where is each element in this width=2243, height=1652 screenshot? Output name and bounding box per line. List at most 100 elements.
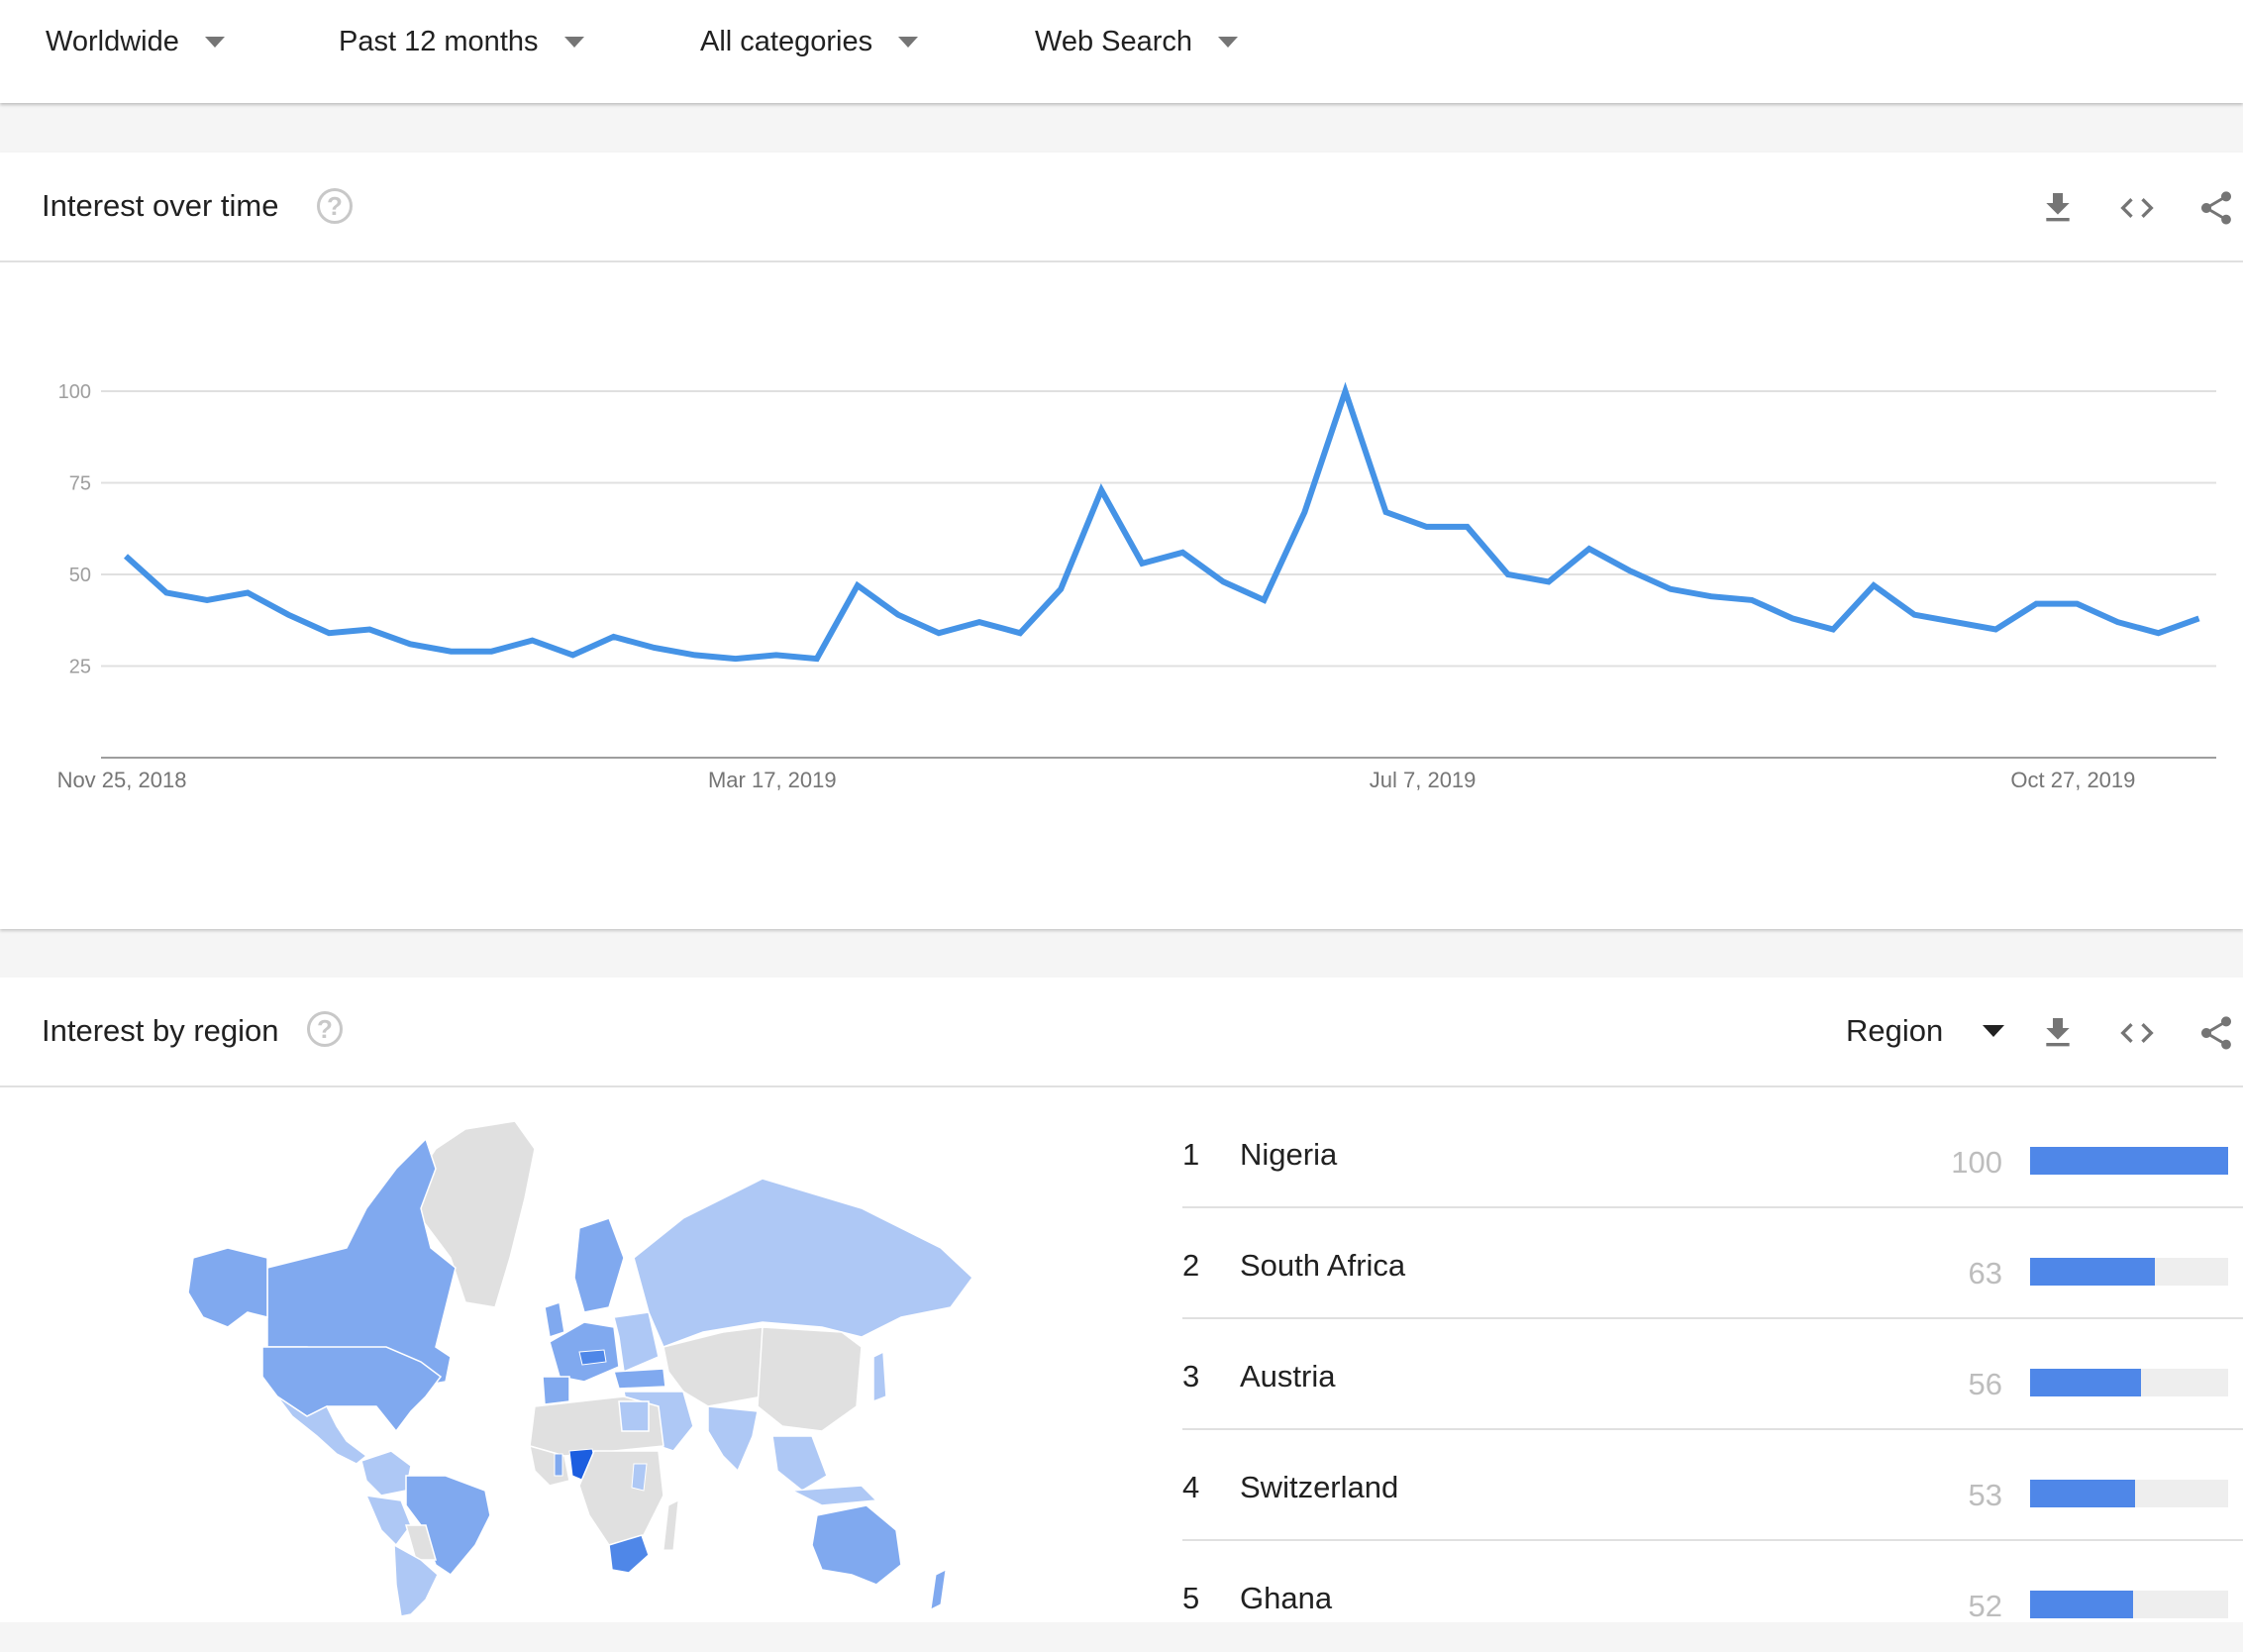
data-point[interactable]: [1057, 585, 1065, 593]
data-point[interactable]: [1300, 508, 1308, 516]
data-point[interactable]: [1382, 508, 1390, 516]
search-type-filter[interactable]: Web Search: [1035, 22, 1239, 61]
region-name[interactable]: Austria: [1240, 1359, 1335, 1394]
region-name[interactable]: Ghana: [1240, 1581, 1332, 1616]
data-point[interactable]: [1870, 581, 1878, 589]
interest-over-time-card: Interest over time ? 25 50 75 100 Nov 25, 2…: [0, 153, 2243, 929]
data-point[interactable]: [1097, 486, 1105, 494]
data-point[interactable]: [1991, 626, 1999, 634]
world-map[interactable]: [168, 1109, 980, 1622]
data-point[interactable]: [162, 589, 170, 597]
data-point[interactable]: [1219, 577, 1227, 585]
resolution-select[interactable]: Region: [1846, 1013, 2005, 1049]
x-tick-label: Nov 25, 2018: [57, 768, 187, 792]
filter-bar: Worldwide Past 12 months All categories …: [0, 0, 2243, 103]
location-filter-label: Worldwide: [46, 25, 179, 57]
interest-by-region-header: Interest by region ? Region: [0, 978, 2243, 1087]
data-point[interactable]: [447, 648, 455, 656]
map-region-china-mongolia: [757, 1326, 863, 1432]
data-point[interactable]: [1464, 523, 1472, 531]
data-point[interactable]: [1707, 592, 1715, 600]
data-point[interactable]: [651, 644, 659, 652]
map-region-australia: [811, 1504, 902, 1586]
data-point[interactable]: [1788, 614, 1796, 622]
caret-down-icon: [563, 36, 584, 48]
data-point[interactable]: [2195, 614, 2203, 622]
data-point[interactable]: [244, 589, 252, 597]
data-point[interactable]: [2113, 618, 2121, 626]
region-value: 52: [1968, 1589, 2002, 1623]
list-item[interactable]: 4 Switzerland 53: [1182, 1430, 2243, 1541]
region-name[interactable]: South Africa: [1240, 1248, 1405, 1284]
data-point[interactable]: [975, 618, 983, 626]
data-point[interactable]: [813, 655, 821, 663]
embed-code-icon[interactable]: [2117, 1013, 2157, 1053]
data-point[interactable]: [2073, 600, 2081, 608]
data-point[interactable]: [1342, 387, 1350, 395]
data-point[interactable]: [1626, 567, 1634, 574]
data-point[interactable]: [284, 611, 292, 619]
value-bar-fill: [2030, 1258, 2155, 1286]
data-point[interactable]: [1829, 626, 1837, 634]
y-tick-label: 25: [69, 657, 91, 678]
data-point[interactable]: [1423, 523, 1431, 531]
data-point[interactable]: [732, 655, 740, 663]
list-item[interactable]: 3 Austria 56: [1182, 1319, 2243, 1430]
data-point[interactable]: [1504, 570, 1512, 578]
region-value: 53: [1968, 1478, 2002, 1512]
y-tick-label: 50: [69, 565, 91, 586]
data-point[interactable]: [2155, 629, 2163, 637]
category-filter[interactable]: All categories: [700, 22, 919, 61]
value-bar-fill: [2030, 1591, 2133, 1618]
download-icon[interactable]: [2038, 1013, 2078, 1053]
interest-over-time-chart[interactable]: 25 50 75 100 Nov 25, 2018 Mar 17, 2019 Jul 7,…: [0, 153, 2243, 929]
data-point[interactable]: [325, 629, 333, 637]
data-point[interactable]: [406, 640, 414, 648]
data-point[interactable]: [1545, 577, 1553, 585]
data-point[interactable]: [1178, 549, 1186, 557]
interest-by-region-card: Interest by region ? Region 1 Nigeria 10…: [0, 978, 2243, 1623]
data-point[interactable]: [203, 596, 211, 604]
data-point[interactable]: [610, 633, 618, 641]
map-region-new-zealand: [930, 1569, 947, 1610]
help-icon[interactable]: ?: [307, 1011, 343, 1047]
data-point[interactable]: [1748, 596, 1756, 604]
y-tick-label: 75: [69, 473, 91, 495]
data-point[interactable]: [1016, 629, 1024, 637]
share-icon[interactable]: [2196, 1013, 2236, 1053]
series-line-interest[interactable]: [123, 381, 2200, 663]
data-point[interactable]: [1951, 618, 1959, 626]
data-point[interactable]: [1585, 545, 1593, 553]
caret-down-icon: [1218, 36, 1239, 48]
data-point[interactable]: [854, 581, 862, 589]
region-value: 63: [1968, 1256, 2002, 1291]
data-point[interactable]: [487, 648, 495, 656]
value-bar-fill: [2030, 1147, 2228, 1175]
region-name[interactable]: Switzerland: [1240, 1470, 1398, 1505]
data-point[interactable]: [569, 651, 577, 659]
value-bar: [2030, 1258, 2228, 1286]
map-region-united-states: [261, 1346, 443, 1433]
data-point[interactable]: [2032, 600, 2040, 608]
list-item[interactable]: 5 Ghana 52: [1182, 1541, 2243, 1652]
data-point[interactable]: [365, 626, 373, 634]
region-name[interactable]: Nigeria: [1240, 1137, 1337, 1173]
data-point[interactable]: [122, 553, 130, 561]
data-point[interactable]: [935, 629, 943, 637]
location-filter[interactable]: Worldwide: [46, 22, 225, 61]
data-point[interactable]: [772, 651, 780, 659]
map-region-austria-switzerland: [578, 1349, 607, 1366]
region-value: 56: [1968, 1367, 2002, 1401]
data-point[interactable]: [529, 637, 537, 645]
data-point[interactable]: [1138, 560, 1146, 568]
data-point[interactable]: [894, 611, 902, 619]
list-item[interactable]: 1 Nigeria 100: [1182, 1097, 2243, 1208]
rank-number: 5: [1182, 1581, 1200, 1615]
data-point[interactable]: [1910, 611, 1918, 619]
data-point[interactable]: [1667, 585, 1675, 593]
data-point[interactable]: [1260, 596, 1268, 604]
list-item[interactable]: 2 South Africa 63: [1182, 1208, 2243, 1319]
map-region-japan: [872, 1350, 887, 1403]
time-range-filter[interactable]: Past 12 months: [339, 22, 584, 61]
data-point[interactable]: [691, 651, 699, 659]
